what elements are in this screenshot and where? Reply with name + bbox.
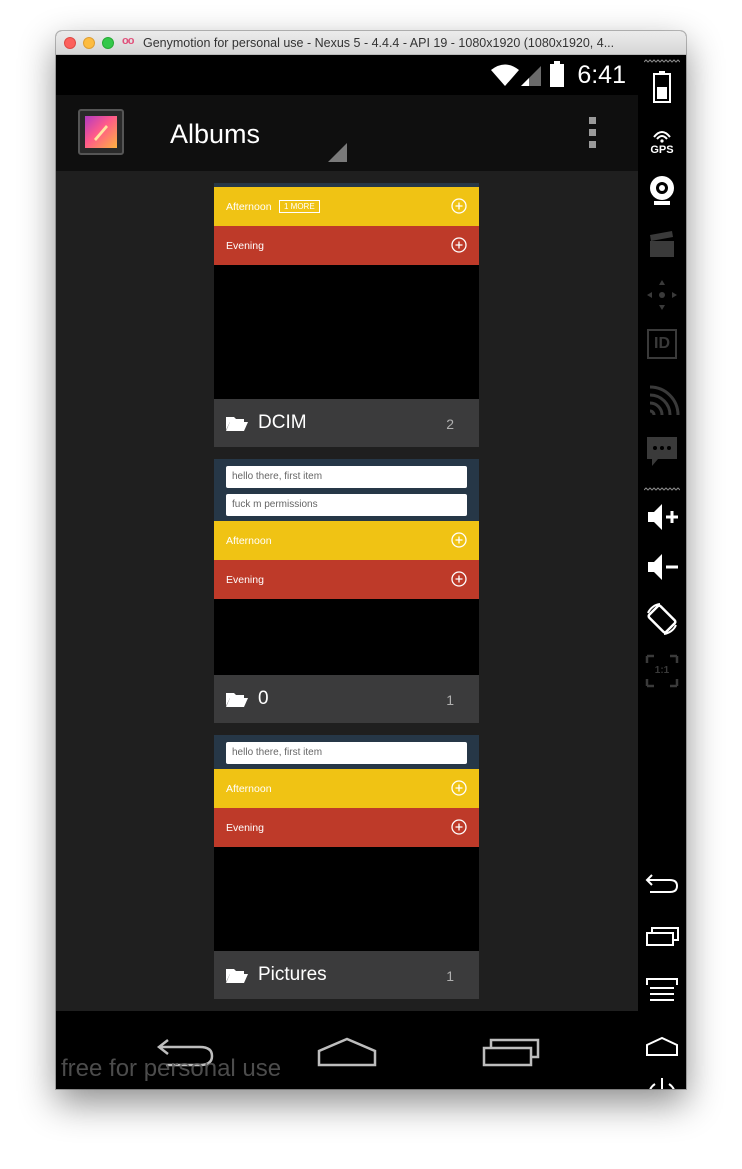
add-circle-icon: [451, 780, 467, 796]
note-item: hello there, first item: [226, 742, 467, 764]
album-name: Pictures: [258, 964, 327, 985]
cast-icon: [649, 385, 680, 416]
album-footer: 0 1: [214, 675, 479, 723]
volume-up-icon[interactable]: [644, 499, 680, 535]
folder-icon: [226, 693, 248, 707]
rotate-icon[interactable]: [644, 601, 680, 637]
folder-icon: [226, 969, 248, 983]
zoom-window-button[interactable]: [102, 37, 114, 49]
album-count: 1: [446, 692, 454, 708]
android-status-bar: 6:41: [56, 55, 638, 95]
status-clock: 6:41: [577, 61, 626, 89]
album-count: 2: [446, 416, 454, 432]
row-label: Evening: [226, 240, 264, 252]
battery-icon[interactable]: [644, 69, 680, 105]
row-label: Evening: [226, 574, 264, 586]
webcam-icon[interactable]: [644, 173, 680, 209]
albums-title[interactable]: Albums: [170, 119, 260, 150]
close-window-button[interactable]: [64, 37, 76, 49]
add-circle-icon: [451, 819, 467, 835]
genymotion-logo-icon: oo: [122, 35, 134, 47]
nav-recent-apps-icon[interactable]: [481, 1036, 541, 1068]
emulator-window: oo Genymotion for personal use - Nexus 5…: [56, 31, 686, 1089]
album-footer: DCIM 2: [214, 399, 479, 447]
evening-row: Evening: [214, 226, 479, 265]
gps-label: GPS: [650, 144, 674, 156]
spinner-dropdown-icon[interactable]: [328, 143, 347, 162]
album-name: 0: [258, 688, 269, 709]
row-label: Afternoon: [226, 783, 272, 795]
album-count: 1: [446, 968, 454, 984]
drag-handle-icon: [644, 59, 680, 63]
add-circle-icon: [451, 532, 467, 548]
row-label: Evening: [226, 822, 264, 834]
sms-icon: [647, 437, 677, 466]
overflow-menu-icon[interactable]: [589, 117, 597, 151]
genymotion-sidebar: GPS ID 1:1: [638, 55, 686, 1089]
divider-handle-icon: [644, 487, 680, 491]
menu-icon[interactable]: [644, 973, 680, 1009]
scale-icon: 1:1: [644, 653, 680, 689]
album-name: DCIM: [258, 412, 307, 433]
back-icon[interactable]: [644, 867, 680, 903]
evening-row: Evening: [214, 560, 479, 599]
home-icon[interactable]: [644, 1025, 680, 1061]
window-title: Genymotion for personal use - Nexus 5 - …: [143, 36, 615, 50]
afternoon-row: Afternoon: [214, 769, 479, 808]
add-circle-icon: [451, 571, 467, 587]
recent-apps-icon[interactable]: [644, 921, 680, 957]
album-thumbnail: hello there, first item Afternoon Evenin…: [214, 735, 479, 951]
album-list: Afternoon 1 MORE Evening DCIM 2 hello th…: [56, 171, 638, 1011]
folder-icon: [226, 417, 248, 431]
album-card-dcim[interactable]: Afternoon 1 MORE Evening DCIM 2: [214, 183, 479, 447]
navigation-pad-icon: [647, 280, 677, 310]
row-label: Afternoon: [226, 535, 272, 547]
add-circle-icon: [451, 237, 467, 253]
video-capture-icon: [650, 231, 674, 257]
minimize-window-button[interactable]: [83, 37, 95, 49]
window-titlebar: oo Genymotion for personal use - Nexus 5…: [56, 31, 686, 55]
afternoon-row: Afternoon 1 MORE: [214, 187, 479, 226]
action-bar: Albums: [56, 95, 638, 171]
cell-signal-icon: [521, 66, 541, 86]
gps-icon[interactable]: GPS: [644, 125, 680, 161]
volume-down-icon[interactable]: [644, 549, 680, 585]
nav-home-icon[interactable]: [316, 1036, 378, 1068]
album-card-pictures[interactable]: hello there, first item Afternoon Evenin…: [214, 735, 479, 999]
album-footer: Pictures 1: [214, 951, 479, 999]
gallery-app-icon[interactable]: [78, 109, 124, 155]
more-badge: 1 MORE: [279, 200, 320, 213]
album-thumbnail: hello there, first item fuck m permissio…: [214, 459, 479, 675]
afternoon-row: Afternoon: [214, 521, 479, 560]
album-card-0[interactable]: hello there, first item fuck m permissio…: [214, 459, 479, 723]
battery-status-icon: [550, 61, 564, 87]
power-icon[interactable]: [644, 1075, 680, 1089]
album-thumbnail: Afternoon 1 MORE Evening: [214, 183, 479, 399]
add-circle-icon: [451, 198, 467, 214]
note-item: hello there, first item: [226, 466, 467, 488]
row-label: Afternoon: [226, 201, 272, 213]
device-id-icon: ID: [647, 329, 677, 359]
wifi-icon: [491, 64, 519, 86]
note-item: fuck m permissions: [226, 494, 467, 516]
evening-row: Evening: [214, 808, 479, 847]
watermark-text: free for personal use: [61, 1055, 282, 1082]
